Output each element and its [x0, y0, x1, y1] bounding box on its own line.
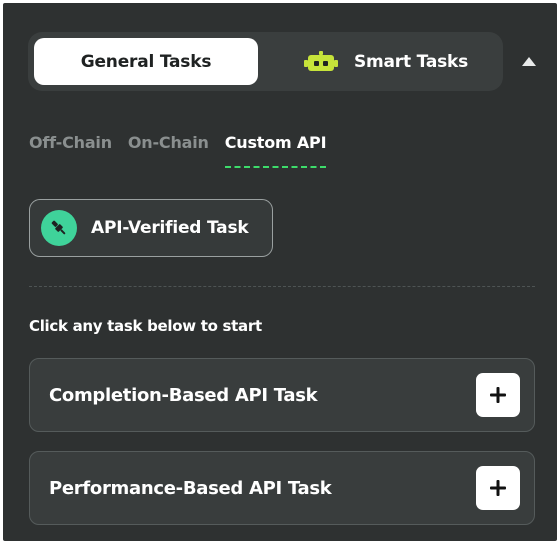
task-hint: Click any task below to start [29, 317, 262, 335]
caret-up-icon [522, 56, 536, 66]
plus-icon [490, 387, 506, 403]
section-divider [29, 286, 535, 287]
api-verified-task-label: API-Verified Task [91, 218, 249, 238]
task-category-tabs: Off-Chain On-Chain Custom API [29, 133, 327, 168]
smart-tasks-tab[interactable]: Smart Tasks [276, 38, 496, 85]
add-completion-task-button[interactable] [476, 373, 520, 417]
task-type-switch: General Tasks Smart Tasks [28, 32, 503, 91]
completion-based-task-card[interactable]: Completion-Based API Task [29, 358, 535, 432]
performance-based-task-card[interactable]: Performance-Based API Task [29, 451, 535, 525]
api-verified-task-button[interactable]: API-Verified Task [29, 199, 273, 257]
add-performance-task-button[interactable] [476, 466, 520, 510]
plug-icon [41, 210, 77, 246]
tab-on-chain[interactable]: On-Chain [128, 133, 209, 168]
task-title: Completion-Based API Task [49, 385, 318, 406]
general-tasks-label: General Tasks [80, 51, 212, 72]
general-tasks-tab[interactable]: General Tasks [34, 38, 258, 85]
task-panel: General Tasks Smart Tasks Off-Chain On-C… [3, 3, 557, 541]
smart-tasks-label: Smart Tasks [353, 51, 469, 72]
tab-custom-api[interactable]: Custom API [224, 133, 327, 168]
task-title: Performance-Based API Task [49, 478, 332, 499]
plus-icon [490, 480, 506, 496]
tab-off-chain[interactable]: Off-Chain [29, 133, 112, 168]
collapse-button[interactable] [519, 53, 539, 69]
robot-icon [303, 50, 338, 73]
